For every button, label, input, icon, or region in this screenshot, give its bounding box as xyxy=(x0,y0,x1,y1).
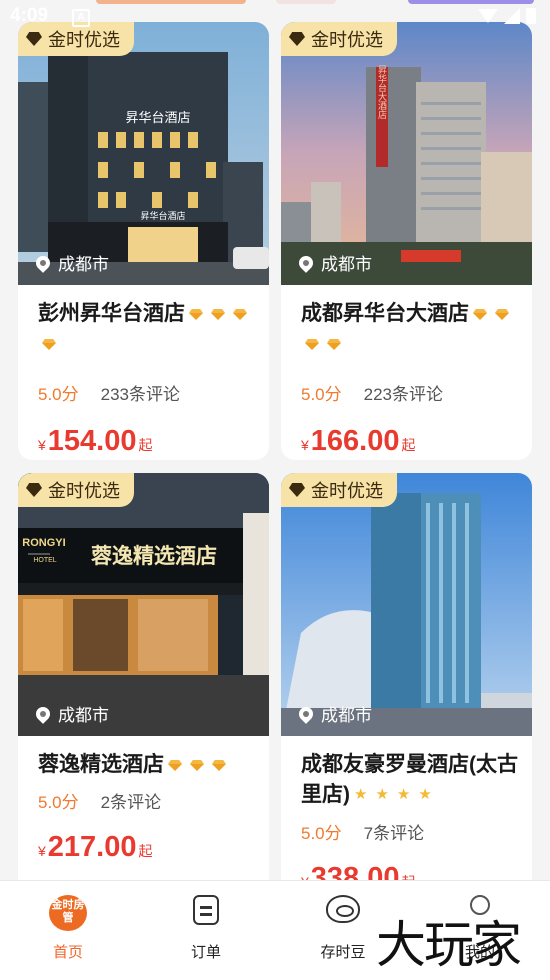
sign-text: HOTEL xyxy=(33,557,56,564)
diamond-icon xyxy=(26,32,42,46)
hotel-photo: 昇华台酒店 昇华台酒店 xyxy=(18,22,269,285)
location-tag: 成都市 xyxy=(296,701,372,726)
featured-badge: 金时优选 xyxy=(18,473,134,507)
review-count: 7条评论 xyxy=(363,824,425,843)
hotel-name: 成都友豪罗曼酒店(太古里店) ★ ★ ★ ★ xyxy=(301,750,523,810)
diamond-icon xyxy=(289,483,305,497)
diamond-icon xyxy=(327,339,341,350)
diamond-icon xyxy=(211,309,225,320)
status-bar: 4:09 A xyxy=(0,0,550,34)
status-icons xyxy=(478,8,536,24)
diamond-icon xyxy=(42,339,56,350)
tab-label: 首页 xyxy=(52,944,83,961)
review-count: 233条评论 xyxy=(100,385,181,404)
diamond-icon xyxy=(212,760,226,771)
hotel-name-text: 彭州昇华台酒店 xyxy=(38,302,185,325)
watermark: 大玩家 xyxy=(376,916,522,974)
hotel-photo: RONGYI HOTEL 蓉逸精选酒店 xyxy=(18,473,269,736)
review-count: 223条评论 xyxy=(363,385,444,404)
location-tag: 成都市 xyxy=(296,250,372,275)
location-tag: 成都市 xyxy=(33,250,109,275)
badge-label: 金时优选 xyxy=(48,481,120,501)
price-row: ¥ 166.00 起 xyxy=(301,425,416,458)
tab-orders[interactable]: 订单 xyxy=(156,895,256,961)
price-suffix: 起 xyxy=(138,437,153,453)
diamond-icon xyxy=(190,760,204,771)
hotel-card[interactable]: 昇华台大酒店 金时优选 成都市 成都昇华台大酒店 5.0分 223条评论 ¥ 1… xyxy=(281,22,532,460)
status-time: 4:09 xyxy=(10,5,49,26)
hotel-photo: 昇华台大酒店 xyxy=(281,22,532,285)
hotel-name: 成都昇华台大酒店 xyxy=(301,299,523,359)
location-tag: 成都市 xyxy=(33,701,109,726)
score: 5.0分 xyxy=(38,793,79,812)
currency-symbol: ¥ xyxy=(301,437,309,453)
location-label: 成都市 xyxy=(321,706,372,725)
diamond-icon xyxy=(473,309,487,320)
diamond-icon xyxy=(495,309,509,320)
hotel-name-text: 成都昇华台大酒店 xyxy=(301,302,469,325)
review-count: 2条评论 xyxy=(100,793,162,812)
hotel-card[interactable]: 昇华台酒店 昇华台酒店 金时优选 成都市 彭州昇华台酒店 5.0分 233条评论… xyxy=(18,22,269,460)
location-pin-icon xyxy=(33,252,53,273)
location-pin-icon xyxy=(296,703,316,724)
sign-text: RONGYI xyxy=(22,537,65,549)
location-pin-icon xyxy=(296,252,316,273)
hotel-name-text: 蓉逸精选酒店 xyxy=(38,753,164,776)
diamond-icon xyxy=(26,483,42,497)
diamond-icon xyxy=(233,309,247,320)
star-icon: ★ xyxy=(354,786,368,804)
star-icon: ★ xyxy=(375,786,389,804)
price: 217.00 xyxy=(47,831,137,863)
diamond-icon xyxy=(289,32,305,46)
piggy-bank-icon xyxy=(326,895,360,923)
score: 5.0分 xyxy=(301,385,342,404)
star-icon: ★ xyxy=(418,786,432,804)
badge-label: 金时优选 xyxy=(311,481,383,501)
currency-symbol: ¥ xyxy=(38,843,46,859)
diamond-icon xyxy=(305,339,319,350)
price-row: ¥ 154.00 起 xyxy=(38,425,153,458)
hotel-card[interactable]: 金时优选 成都市 成都友豪罗曼酒店(太古里店)★★★★ 5.0分 7条评论 ¥ … xyxy=(281,473,532,913)
location-label: 成都市 xyxy=(58,255,109,274)
wifi-icon xyxy=(478,9,498,23)
score: 5.0分 xyxy=(38,385,79,404)
sign-text: 昇华台酒店 xyxy=(140,210,185,221)
star-icon: ★ xyxy=(396,786,411,804)
sign-text: 昇华台酒店 xyxy=(125,110,190,125)
price-suffix: 起 xyxy=(138,843,153,859)
location-label: 成都市 xyxy=(321,255,372,274)
order-icon xyxy=(193,895,219,925)
price: 154.00 xyxy=(47,425,137,457)
rating-row: 5.0分 7条评论 xyxy=(301,819,424,844)
hotel-photo xyxy=(281,473,532,736)
tab-label: 订单 xyxy=(190,944,221,961)
diamond-icon xyxy=(168,760,182,771)
hotel-card[interactable]: RONGYI HOTEL 蓉逸精选酒店 金时优选 成都市 蓉逸精选酒店 5.0分… xyxy=(18,473,269,913)
rating-row: 5.0分 223条评论 xyxy=(301,380,443,405)
battery-icon xyxy=(526,8,536,24)
home-logo-icon: 金时房管 xyxy=(49,895,87,931)
signal-icon xyxy=(504,8,520,24)
diamond-icon xyxy=(189,309,203,320)
location-pin-icon xyxy=(33,703,53,724)
rating-row: 5.0分 2条评论 xyxy=(38,788,161,813)
hotel-name: 蓉逸精选酒店 xyxy=(38,750,260,780)
hotel-name: 彭州昇华台酒店 xyxy=(38,299,260,359)
sign-text: 昇华台大酒店 xyxy=(377,65,387,120)
location-label: 成都市 xyxy=(58,706,109,725)
currency-symbol: ¥ xyxy=(38,437,46,453)
score: 5.0分 xyxy=(301,824,342,843)
notification-icon: A xyxy=(72,9,90,27)
featured-badge: 金时优选 xyxy=(281,473,397,507)
rating-row: 5.0分 233条评论 xyxy=(38,380,180,405)
price-suffix: 起 xyxy=(401,437,416,453)
price-row: ¥ 217.00 起 xyxy=(38,831,153,864)
price: 166.00 xyxy=(310,425,400,457)
sign-text: 蓉逸精选酒店 xyxy=(91,544,217,568)
tab-home[interactable]: 金时房管 首页 xyxy=(18,895,118,961)
